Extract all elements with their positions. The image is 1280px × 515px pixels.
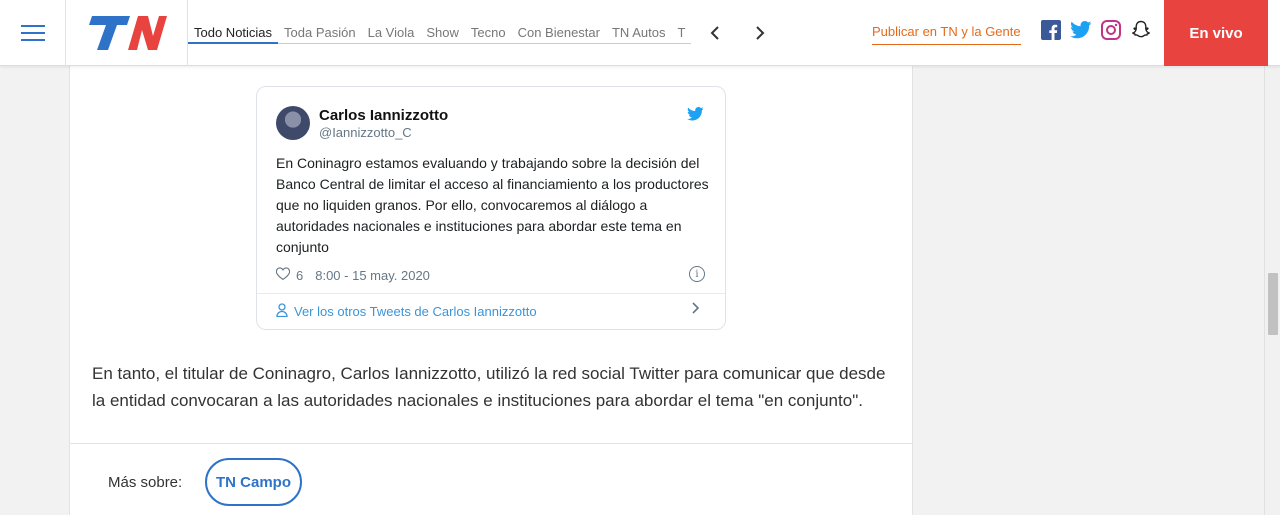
nav-item-show[interactable]: Show	[420, 22, 465, 44]
chevron-right-icon	[756, 26, 765, 40]
tweet-author-handle[interactable]: @Iannizzotto_C	[319, 125, 412, 140]
article-body: Carlos Iannizzotto @Iannizzotto_C En Con…	[69, 66, 913, 443]
scrollbar-thumb[interactable]	[1268, 273, 1278, 335]
heart-icon[interactable]	[275, 267, 291, 283]
embedded-tweet: Carlos Iannizzotto @Iannizzotto_C En Con…	[256, 86, 726, 330]
hamburger-menu-button[interactable]	[0, 0, 66, 66]
more-about-label: Más sobre:	[108, 474, 183, 491]
tweet-author-name[interactable]: Carlos Iannizzotto	[319, 107, 448, 124]
snapchat-icon[interactable]	[1130, 19, 1152, 41]
menu-line	[20, 32, 45, 34]
tweet-text: En Coninagro estamos evaluando y trabaja…	[276, 155, 709, 255]
publish-link[interactable]: Publicar en TN y la Gente	[872, 24, 1021, 45]
avatar[interactable]	[276, 106, 310, 140]
menu-line	[20, 39, 45, 41]
related-tags-section: Más sobre: TN Campo	[69, 443, 913, 515]
social-links	[1040, 19, 1152, 41]
more-tweets-link[interactable]: Ver los otros Tweets de Carlos Iannizzot…	[276, 303, 537, 320]
section-nav: Todo Noticias Toda Pasión La Viola Show …	[188, 0, 693, 66]
like-count: 6	[296, 267, 304, 283]
nav-item-truncated[interactable]: T	[671, 22, 692, 44]
menu-line	[20, 25, 45, 27]
nav-prev-button[interactable]	[700, 18, 730, 48]
info-icon[interactable]: i	[689, 266, 705, 282]
page-scrollbar[interactable]	[1264, 66, 1280, 515]
live-button[interactable]: En vivo	[1164, 0, 1268, 66]
nav-item-todo-noticias[interactable]: Todo Noticias	[188, 22, 279, 44]
nav-item-toda-pasion[interactable]: Toda Pasión	[278, 22, 362, 44]
chevron-right-icon[interactable]	[691, 301, 701, 320]
nav-item-tecno[interactable]: Tecno	[464, 22, 512, 44]
facebook-icon[interactable]	[1040, 19, 1062, 41]
tag-tn-campo[interactable]: TN Campo	[205, 458, 302, 506]
chevron-left-icon	[710, 26, 719, 40]
divider	[257, 293, 725, 294]
nav-item-la-viola[interactable]: La Viola	[361, 22, 421, 44]
nav-item-tn-autos[interactable]: TN Autos	[605, 22, 672, 44]
nav-item-con-bienestar[interactable]: Con Bienestar	[511, 22, 606, 44]
person-icon	[276, 303, 288, 320]
twitter-icon[interactable]	[1070, 19, 1092, 41]
more-tweets-label: Ver los otros Tweets de Carlos Iannizzot…	[294, 304, 537, 319]
top-navigation-bar: Todo Noticias Toda Pasión La Viola Show …	[0, 0, 1280, 66]
twitter-bird-icon[interactable]	[687, 107, 704, 126]
instagram-icon[interactable]	[1100, 19, 1122, 41]
article-paragraph: En tanto, el titular de Coninagro, Carlo…	[92, 364, 886, 410]
tweet-timestamp[interactable]: 8:00 - 15 may. 2020	[315, 268, 430, 283]
nav-next-button[interactable]	[745, 18, 775, 48]
tn-logo-icon	[88, 16, 167, 50]
tweet-meta: 6 8:00 - 15 may. 2020	[275, 267, 430, 283]
tn-logo[interactable]	[66, 0, 188, 66]
